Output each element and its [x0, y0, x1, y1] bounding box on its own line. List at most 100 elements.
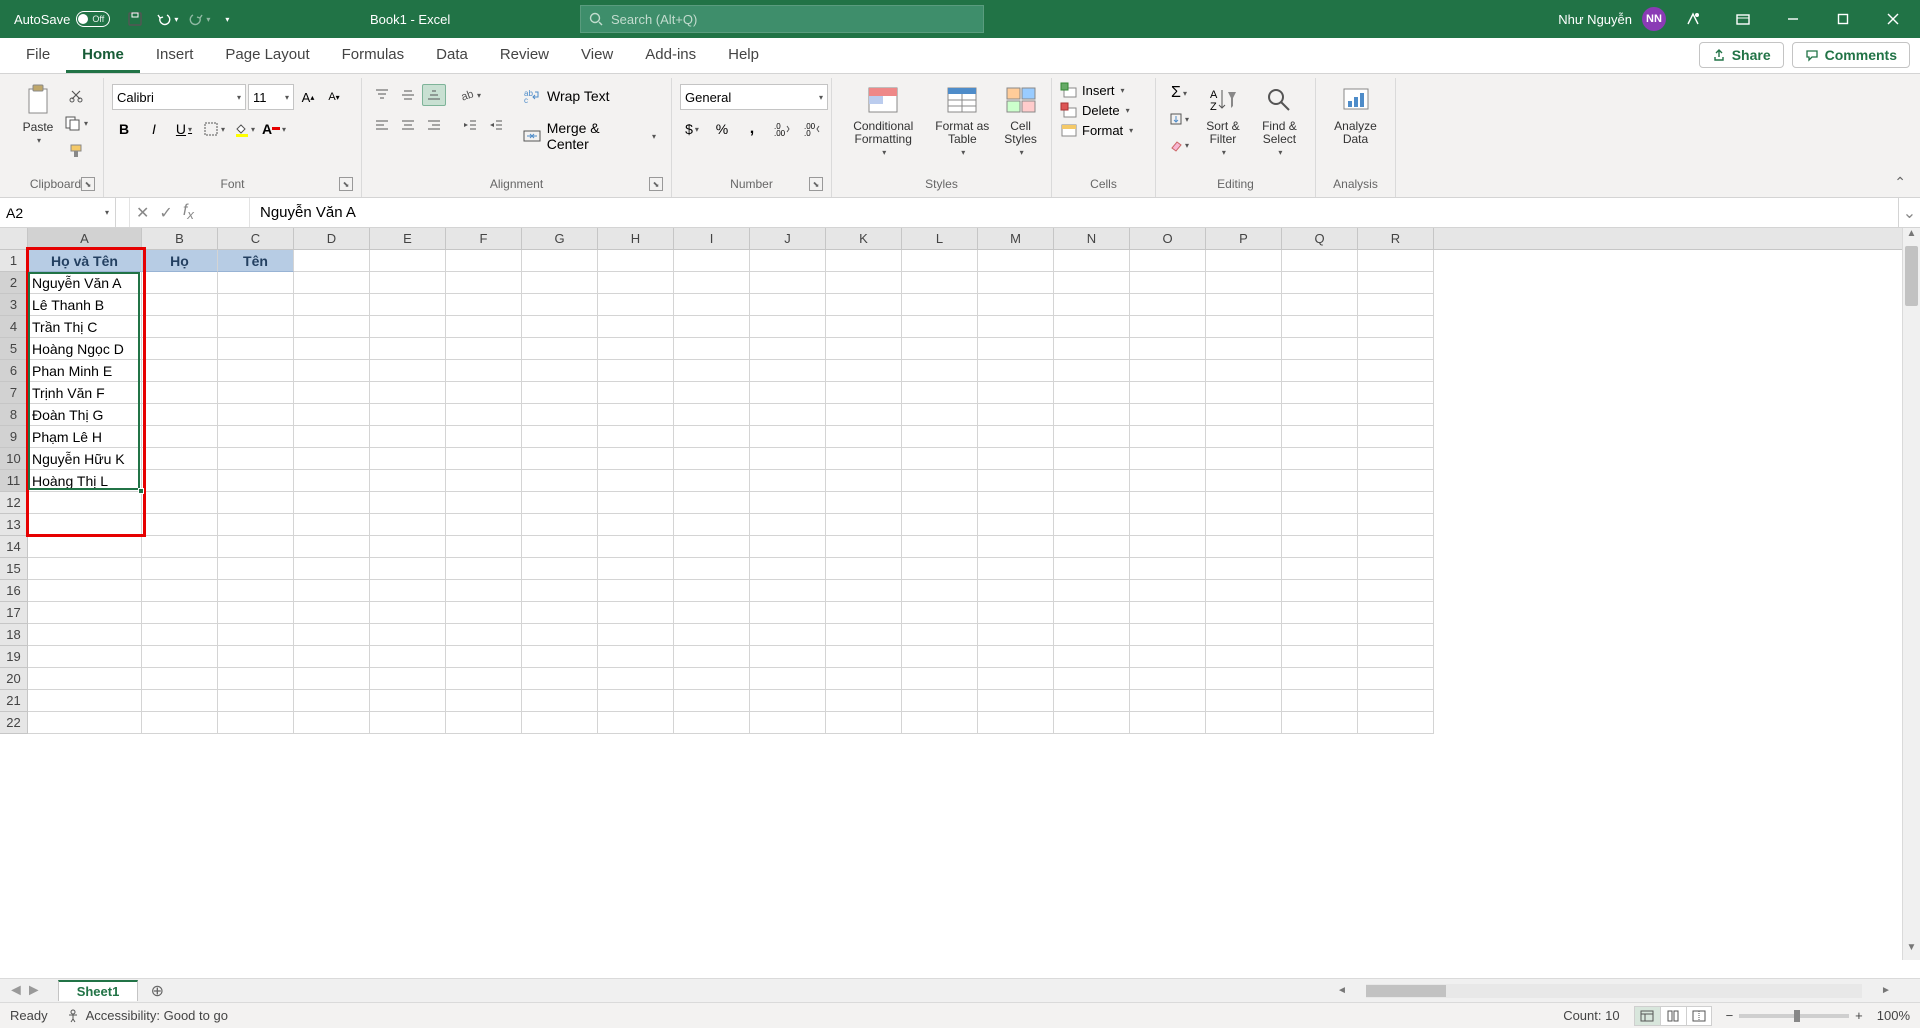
tab-help[interactable]: Help	[712, 38, 775, 73]
column-header-B[interactable]: B	[142, 228, 218, 249]
zoom-slider[interactable]: − +	[1726, 1008, 1863, 1023]
bold-button[interactable]: B	[112, 118, 136, 140]
row-header-9[interactable]: 9	[0, 426, 28, 448]
cell-G22[interactable]	[522, 712, 598, 734]
cell-L10[interactable]	[902, 448, 978, 470]
cell-B10[interactable]	[142, 448, 218, 470]
cell-K15[interactable]	[826, 558, 902, 580]
cell-M2[interactable]	[978, 272, 1054, 294]
cell-E1[interactable]	[370, 250, 446, 272]
cell-O2[interactable]	[1130, 272, 1206, 294]
cancel-formula-button[interactable]: ✕	[136, 203, 149, 223]
cell-I7[interactable]	[674, 382, 750, 404]
column-header-L[interactable]: L	[902, 228, 978, 249]
collapse-ribbon-button[interactable]: ⌃	[1894, 174, 1906, 191]
tab-file[interactable]: File	[10, 38, 66, 73]
cell-C22[interactable]	[218, 712, 294, 734]
cell-O19[interactable]	[1130, 646, 1206, 668]
cell-E20[interactable]	[370, 668, 446, 690]
cell-F11[interactable]	[446, 470, 522, 492]
tab-addins[interactable]: Add-ins	[629, 38, 712, 73]
cell-D7[interactable]	[294, 382, 370, 404]
cell-Q9[interactable]	[1282, 426, 1358, 448]
cell-N4[interactable]	[1054, 316, 1130, 338]
cell-A13[interactable]	[28, 514, 142, 536]
cell-C20[interactable]	[218, 668, 294, 690]
cell-D2[interactable]	[294, 272, 370, 294]
sheet-nav-prev[interactable]: ◄	[8, 982, 24, 1000]
cell-D13[interactable]	[294, 514, 370, 536]
cell-I11[interactable]	[674, 470, 750, 492]
row-header-13[interactable]: 13	[0, 514, 28, 536]
cell-C18[interactable]	[218, 624, 294, 646]
merge-center-button[interactable]: Merge & Center ▾	[516, 116, 663, 156]
cell-M6[interactable]	[978, 360, 1054, 382]
cell-M17[interactable]	[978, 602, 1054, 624]
cell-R18[interactable]	[1358, 624, 1434, 646]
zoom-in-button[interactable]: +	[1855, 1008, 1863, 1023]
cell-L2[interactable]	[902, 272, 978, 294]
cell-F9[interactable]	[446, 426, 522, 448]
cell-D18[interactable]	[294, 624, 370, 646]
cell-I15[interactable]	[674, 558, 750, 580]
cell-D12[interactable]	[294, 492, 370, 514]
cell-C11[interactable]	[218, 470, 294, 492]
cell-P19[interactable]	[1206, 646, 1282, 668]
cell-N16[interactable]	[1054, 580, 1130, 602]
cell-K19[interactable]	[826, 646, 902, 668]
cell-P14[interactable]	[1206, 536, 1282, 558]
cell-L20[interactable]	[902, 668, 978, 690]
cell-H4[interactable]	[598, 316, 674, 338]
cell-J5[interactable]	[750, 338, 826, 360]
cell-I13[interactable]	[674, 514, 750, 536]
cell-A3[interactable]: Lê Thanh B	[28, 294, 142, 316]
cell-E5[interactable]	[370, 338, 446, 360]
cell-M4[interactable]	[978, 316, 1054, 338]
cell-A8[interactable]: Đoàn Thị G	[28, 404, 142, 426]
cell-C15[interactable]	[218, 558, 294, 580]
cell-L17[interactable]	[902, 602, 978, 624]
search-box[interactable]: Search (Alt+Q)	[580, 5, 984, 33]
cell-E7[interactable]	[370, 382, 446, 404]
cell-K17[interactable]	[826, 602, 902, 624]
column-header-M[interactable]: M	[978, 228, 1054, 249]
cell-A9[interactable]: Phạm Lê H	[28, 426, 142, 448]
cell-H5[interactable]	[598, 338, 674, 360]
cell-B8[interactable]	[142, 404, 218, 426]
cell-H14[interactable]	[598, 536, 674, 558]
format-as-table-button[interactable]: Format as Table▾	[930, 80, 994, 159]
cell-C4[interactable]	[218, 316, 294, 338]
cell-O17[interactable]	[1130, 602, 1206, 624]
cell-C14[interactable]	[218, 536, 294, 558]
column-header-N[interactable]: N	[1054, 228, 1130, 249]
cell-E17[interactable]	[370, 602, 446, 624]
row-header-17[interactable]: 17	[0, 602, 28, 624]
coming-soon-button[interactable]	[1670, 0, 1716, 38]
cell-I1[interactable]	[674, 250, 750, 272]
cell-P8[interactable]	[1206, 404, 1282, 426]
decrease-decimal-button[interactable]: .00.0	[800, 118, 824, 140]
cell-J13[interactable]	[750, 514, 826, 536]
cell-M11[interactable]	[978, 470, 1054, 492]
cell-H7[interactable]	[598, 382, 674, 404]
cell-G14[interactable]	[522, 536, 598, 558]
align-top-button[interactable]	[370, 84, 394, 106]
cell-H12[interactable]	[598, 492, 674, 514]
orientation-button[interactable]: ab▾	[458, 84, 482, 106]
cell-J6[interactable]	[750, 360, 826, 382]
cell-F21[interactable]	[446, 690, 522, 712]
fill-handle[interactable]	[138, 488, 144, 494]
cell-B17[interactable]	[142, 602, 218, 624]
cell-F3[interactable]	[446, 294, 522, 316]
cell-N21[interactable]	[1054, 690, 1130, 712]
cell-L15[interactable]	[902, 558, 978, 580]
cell-C17[interactable]	[218, 602, 294, 624]
cell-J7[interactable]	[750, 382, 826, 404]
cell-B19[interactable]	[142, 646, 218, 668]
borders-button[interactable]: ▾	[202, 118, 226, 140]
select-all-button[interactable]	[0, 228, 28, 249]
cell-O18[interactable]	[1130, 624, 1206, 646]
cell-D16[interactable]	[294, 580, 370, 602]
vertical-scroll-thumb[interactable]	[1905, 246, 1918, 306]
cell-C10[interactable]	[218, 448, 294, 470]
